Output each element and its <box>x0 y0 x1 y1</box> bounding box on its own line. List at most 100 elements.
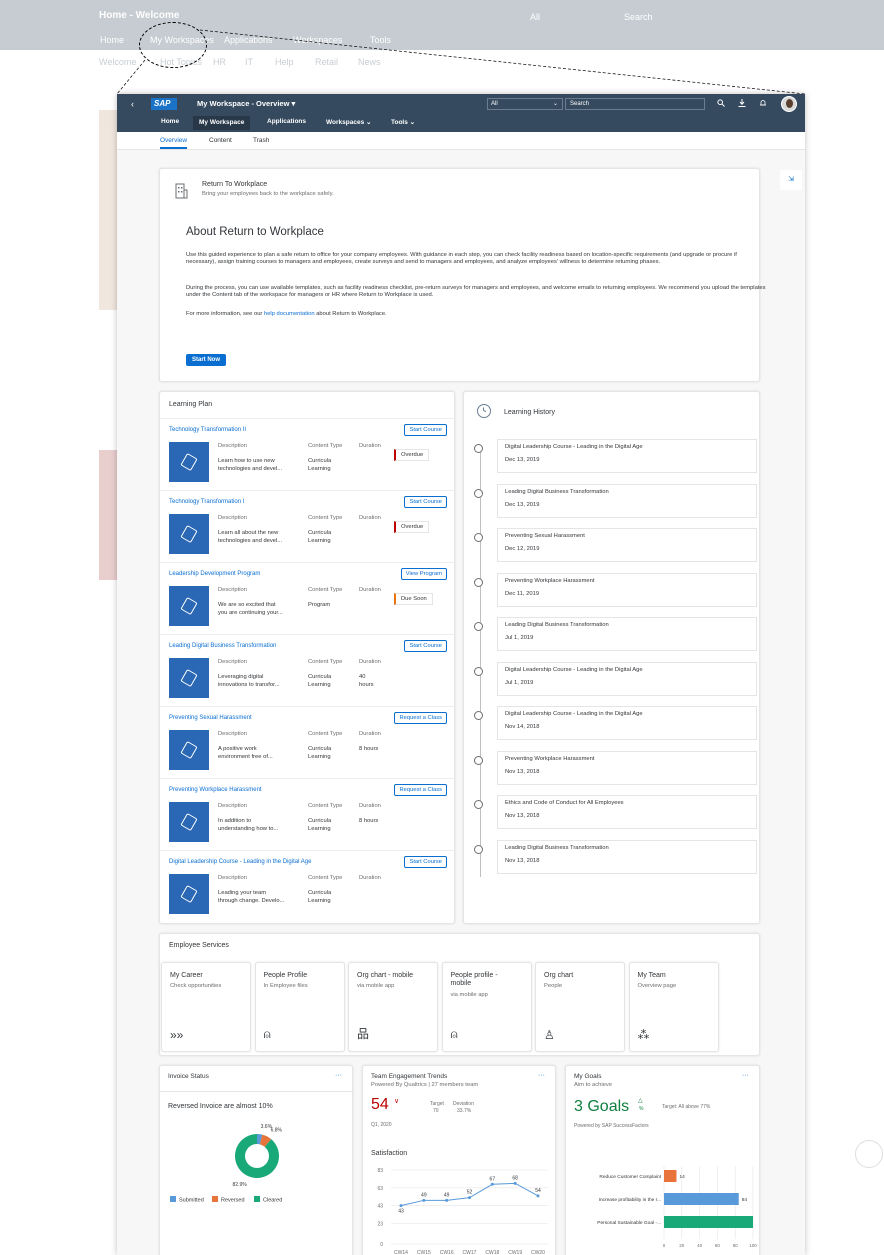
course-action-button[interactable]: Start Course <box>404 496 447 508</box>
bell-icon[interactable] <box>759 99 767 109</box>
invoice-more-icon[interactable]: ··· <box>335 1072 342 1079</box>
x-tick-label: CW19 <box>508 1250 522 1255</box>
bar <box>664 1193 739 1205</box>
data-label: 49 <box>444 1192 450 1198</box>
engagement-more-icon[interactable]: ··· <box>538 1072 545 1079</box>
content-type-value-2: Learning <box>308 682 331 688</box>
workspace-overview-panel: ‹ SAP My Workspace - Overview ▾ All ⌄ Se… <box>117 94 805 1255</box>
collapse-panel-icon[interactable]: ⇲ <box>780 170 802 190</box>
tile-subtitle: Check opportunities <box>170 983 222 989</box>
team-engagement-title: Team Engagement Trends <box>371 1073 448 1080</box>
course-action-button[interactable]: Start Course <box>404 856 447 868</box>
course-name-link[interactable]: Leading Digital Business Transformation <box>169 643 276 649</box>
tab-home[interactable]: Home <box>155 118 185 125</box>
learning-history-title: Learning History <box>504 409 555 416</box>
back-icon[interactable]: ‹ <box>131 99 134 109</box>
description-line-1: Leading your team <box>218 890 267 896</box>
history-item: Digital Leadership Course - Leading in t… <box>474 439 757 475</box>
x-tick-label: CW16 <box>440 1250 454 1255</box>
course-name-link[interactable]: Digital Leadership Course - Leading in t… <box>169 859 311 865</box>
description-label: Description <box>218 443 247 449</box>
subtab-overview[interactable]: Overview <box>160 137 188 149</box>
subtab-content[interactable]: Content <box>209 137 232 144</box>
tile-title-line-1: Org chart <box>544 972 574 979</box>
bar <box>664 1170 677 1182</box>
help-documentation-link[interactable]: help documentation <box>264 311 315 317</box>
content-type-label: Content Type <box>308 515 343 521</box>
course-name-link[interactable]: Leadership Development Program <box>169 571 260 577</box>
background-search: Search <box>624 12 653 22</box>
timeline-dot <box>474 666 483 676</box>
course-thumbnail-icon[interactable] <box>169 730 209 770</box>
goals-value: 3 Goals <box>574 1098 630 1115</box>
history-entry[interactable]: Digital Leadership Course - Leading in t… <box>497 439 757 473</box>
history-entry[interactable]: Leading Digital Business Transformation … <box>497 839 757 874</box>
history-entry[interactable]: Preventing Sexual Harassment Dec 12, 201… <box>497 528 757 562</box>
learning-plan-item: Technology Transformation I Start Course D… <box>160 490 456 562</box>
tab-tools[interactable]: Tools ⌄ <box>385 118 421 126</box>
history-entry[interactable]: Preventing Workplace Harassment Nov 13, … <box>497 750 757 785</box>
rtw-paragraph-3: For more information, see our help docum… <box>186 311 766 318</box>
search-icon[interactable] <box>717 99 725 109</box>
tab-applications[interactable]: Applications <box>261 118 312 125</box>
description-line-1: Learn how to use new <box>218 458 275 464</box>
description-line-2: technologies and devel... <box>218 466 283 472</box>
service-tile[interactable]: Org chart People ♙ <box>535 962 625 1052</box>
tab-workspaces[interactable]: Workspaces ⌄ <box>320 118 377 126</box>
history-course-name: Digital Leadership Course - Leading in t… <box>505 666 643 673</box>
donut-slice-cleared <box>235 1134 279 1178</box>
history-entry[interactable]: Digital Leadership Course - Leading in t… <box>497 661 757 696</box>
service-tile[interactable]: My Team Overview page ⁂ <box>628 962 719 1052</box>
search-scope-select[interactable]: All ⌄ <box>487 98 563 110</box>
satisfaction-line-chart: 0 23 43 63 83 CW14 CW15 CW16 CW17 CW18 CW19 CW20 43 4… <box>377 1168 548 1255</box>
tile-title: Org chart <box>544 972 573 980</box>
start-now-button[interactable]: Start Now <box>186 354 227 366</box>
search-input[interactable]: Search <box>565 98 705 110</box>
course-thumbnail-icon[interactable] <box>169 874 209 914</box>
engagement-period: Q1, 2020 <box>371 1122 392 1128</box>
course-thumbnail-icon[interactable] <box>169 658 209 698</box>
service-tile[interactable]: My Career Check opportunities »» <box>161 962 251 1052</box>
history-entry[interactable]: Ethics and Code of Conduct for All Emplo… <box>497 795 757 829</box>
history-entry[interactable]: Preventing Workplace Harassment Dec 11, … <box>497 572 757 607</box>
course-action-button[interactable]: Request a Class <box>394 712 447 724</box>
history-entry[interactable]: Leading Digital Business Transformation … <box>497 617 757 651</box>
service-tile[interactable]: Org chart - mobile via mobile app 品 <box>348 962 438 1052</box>
history-entry[interactable]: Digital Leadership Course - Leading in t… <box>497 706 757 740</box>
background-subtab-news: News <box>358 57 381 67</box>
duration-label: Duration <box>359 803 381 809</box>
course-action-button[interactable]: Start Course <box>404 424 447 436</box>
service-tile[interactable]: People Profile In Employee files ⍝ <box>254 962 345 1052</box>
course-thumbnail-icon[interactable] <box>169 586 209 626</box>
donut-data-label: 82.9% <box>233 1182 248 1188</box>
tile-title-line-1: My Team <box>637 972 666 979</box>
background-subtab-it: IT <box>245 57 253 67</box>
history-entry[interactable]: Leading Digital Business Transformation … <box>497 483 757 518</box>
course-action-button[interactable]: Start Course <box>404 640 447 652</box>
course-name-link[interactable]: Technology Transformation I <box>169 499 244 505</box>
course-action-button[interactable]: View Program <box>400 568 447 580</box>
shell-title[interactable]: My Workspace - Overview ▾ <box>197 99 295 108</box>
content-type-value: Program <box>308 602 331 608</box>
content-type-value: Curricula <box>308 530 332 536</box>
goals-more-icon[interactable]: ··· <box>742 1072 749 1079</box>
download-icon[interactable] <box>738 99 746 109</box>
tab-my-workspace[interactable]: My Workspace <box>193 116 251 130</box>
course-thumbnail-icon[interactable] <box>169 514 209 554</box>
timeline-dot <box>474 488 483 498</box>
history-date: Dec 11, 2019 <box>505 590 540 597</box>
content-type-value: Curricula <box>308 818 332 824</box>
avatar[interactable] <box>781 96 797 112</box>
course-name-link[interactable]: Technology Transformation II <box>169 427 246 433</box>
course-name-link[interactable]: Preventing Sexual Harassment <box>169 715 252 721</box>
service-tile[interactable]: People profile - mobile via mobile app ⍝ <box>441 962 532 1052</box>
course-thumbnail-icon[interactable] <box>169 442 209 482</box>
course-name-link[interactable]: Preventing Workplace Harassment <box>169 787 262 793</box>
subtab-trash[interactable]: Trash <box>253 137 269 144</box>
history-date: Nov 13, 2018 <box>505 813 540 819</box>
sap-logo[interactable]: SAP <box>151 98 177 110</box>
data-point <box>468 1196 471 1200</box>
course-thumbnail-icon[interactable] <box>169 802 209 842</box>
course-action-button[interactable]: Request a Class <box>394 784 447 796</box>
rtw-paragraph-2: During the process, you can use availabl… <box>186 285 766 298</box>
